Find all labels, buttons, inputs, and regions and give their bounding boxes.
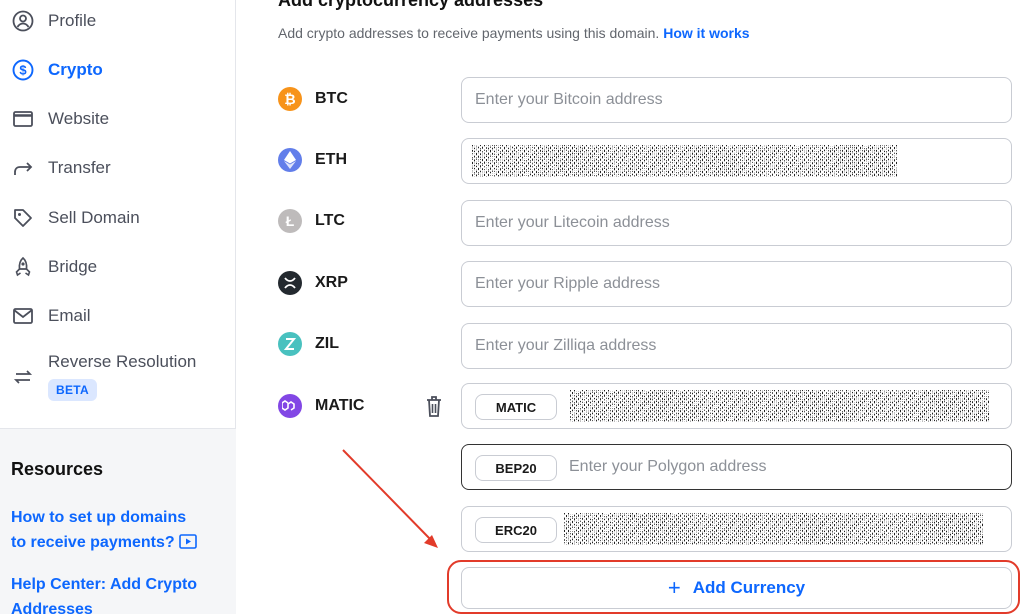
redacted-address <box>563 513 983 545</box>
plus-icon: + <box>667 575 681 600</box>
network-tag: BEP20 <box>475 455 557 481</box>
currency-label: LTC <box>315 212 345 229</box>
tag-icon <box>12 207 34 229</box>
sidebar: Profile $ Crypto Website Transfer Sell D… <box>0 0 236 614</box>
sidebar-item-reverse-resolution[interactable]: Reverse Resolution <box>0 344 236 408</box>
erc20-network-field[interactable]: ERC20 <box>461 506 1012 552</box>
matic-network-field[interactable]: MATIC <box>461 383 1012 429</box>
currency-row-btc: ₿ BTC <box>278 84 348 114</box>
btc-address-input[interactable] <box>475 78 995 122</box>
sidebar-item-label: Website <box>48 109 110 128</box>
sidebar-item-label: Email <box>48 306 91 325</box>
page-title: Add cryptocurrency addresses <box>278 0 544 10</box>
browser-window-icon <box>12 108 34 130</box>
resources-panel: Resources How to set up domains to recei… <box>0 428 236 614</box>
link-line: Help Center: Add Crypto <box>11 576 198 593</box>
sidebar-item-label: Bridge <box>48 257 98 276</box>
swap-arrows-icon <box>12 366 34 388</box>
svg-text:$: $ <box>19 63 27 78</box>
mail-icon <box>12 305 34 327</box>
subtitle-text: Add crypto addresses to receive payments… <box>278 25 660 41</box>
how-it-works-link[interactable]: How it works <box>663 25 749 41</box>
ripple-icon <box>278 271 302 295</box>
profile-icon <box>12 10 34 32</box>
video-play-icon <box>178 532 197 557</box>
link-line: How to set up domains <box>11 509 187 526</box>
link-line: Addresses <box>11 601 93 614</box>
sidebar-item-label: Sell Domain <box>48 208 140 227</box>
currency-label: ZIL <box>315 335 339 352</box>
currency-row-xrp: XRP <box>278 268 348 298</box>
btc-address-field[interactable] <box>461 77 1012 123</box>
network-tag: ERC20 <box>475 517 557 543</box>
dollar-circle-icon: $ <box>12 59 34 81</box>
add-currency-label: Add Currency <box>692 578 806 597</box>
sidebar-item-email[interactable]: Email <box>0 296 236 336</box>
svg-text:₿: ₿ <box>284 91 295 107</box>
polygon-icon <box>278 394 302 418</box>
currency-row-ltc: Ł LTC <box>278 206 345 236</box>
currency-label: BTC <box>315 90 348 107</box>
sidebar-item-crypto[interactable]: $ Crypto <box>0 50 236 90</box>
sidebar-item-profile[interactable]: Profile <box>0 1 236 41</box>
sidebar-item-bridge[interactable]: Bridge <box>0 247 236 287</box>
svg-text:Ł: Ł <box>286 214 295 228</box>
ethereum-icon <box>278 148 302 172</box>
litecoin-icon: Ł <box>278 209 302 233</box>
add-currency-button[interactable]: + Add Currency <box>461 567 1012 609</box>
sidebar-item-website[interactable]: Website <box>0 99 236 139</box>
sidebar-item-transfer[interactable]: Transfer <box>0 148 236 188</box>
eth-address-field[interactable] <box>461 138 1012 184</box>
bep20-network-field[interactable]: BEP20 <box>461 444 1012 490</box>
currency-label: XRP <box>315 274 348 291</box>
page-subtitle: Add crypto addresses to receive payments… <box>278 25 750 41</box>
polygon-address-input[interactable] <box>569 445 989 489</box>
delete-currency-trash-icon[interactable] <box>424 394 444 418</box>
currency-row-zil: ZIL <box>278 329 339 359</box>
sidebar-item-label: Crypto <box>48 60 103 79</box>
link-setup-domains-payments[interactable]: How to set up domains to receive payment… <box>11 505 197 557</box>
redacted-address <box>471 145 898 177</box>
zilliqa-icon <box>278 332 302 356</box>
redacted-address <box>569 390 989 422</box>
link-line: to receive payments? <box>11 534 175 551</box>
page: Profile $ Crypto Website Transfer Sell D… <box>0 0 1024 614</box>
currency-label: ETH <box>315 151 347 168</box>
sidebar-item-sell-domain[interactable]: Sell Domain <box>0 198 236 238</box>
sidebar-item-label: Reverse Resolution <box>48 352 197 371</box>
zil-address-field[interactable] <box>461 323 1012 369</box>
rocket-icon <box>12 256 34 278</box>
sidebar-item-label: Profile <box>48 11 97 30</box>
resources-title: Resources <box>11 459 104 479</box>
link-help-center-add-crypto[interactable]: Help Center: Add Crypto Addresses <box>11 572 197 614</box>
network-tag: MATIC <box>475 394 557 420</box>
ltc-address-field[interactable] <box>461 200 1012 246</box>
ltc-address-input[interactable] <box>475 201 995 245</box>
forward-arrow-icon <box>12 157 34 179</box>
sidebar-item-label: Transfer <box>48 158 111 177</box>
zil-address-input[interactable] <box>475 324 995 368</box>
currency-row-eth: ETH <box>278 145 347 175</box>
main-content: Add cryptocurrency addresses Add crypto … <box>254 0 1024 614</box>
xrp-address-field[interactable] <box>461 261 1012 307</box>
currency-label: MATIC <box>315 397 365 414</box>
xrp-address-input[interactable] <box>475 262 995 306</box>
currency-row-matic: MATIC <box>278 391 364 421</box>
beta-badge: BETA <box>48 379 97 401</box>
bitcoin-icon: ₿ <box>278 87 302 111</box>
